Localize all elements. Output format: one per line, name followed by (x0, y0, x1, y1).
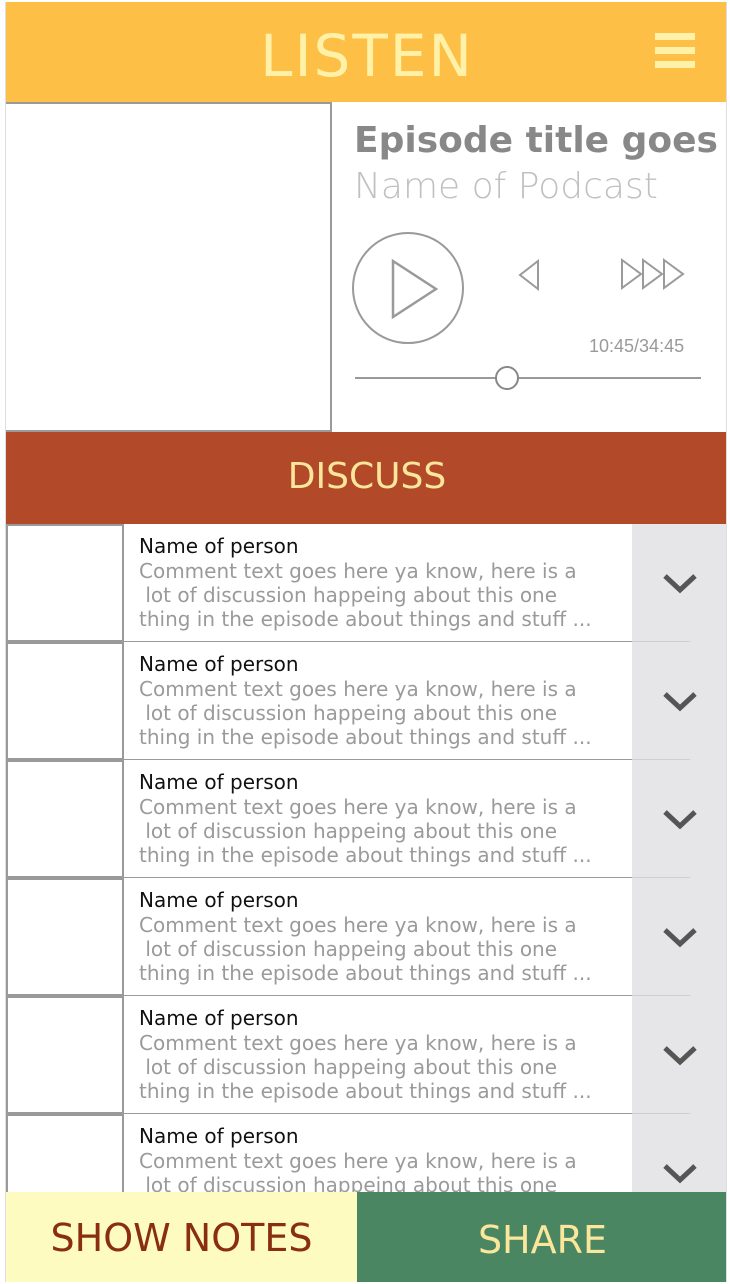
commenter-name: Name of person (139, 1006, 299, 1030)
comment-item: Name of person Comment text goes here ya… (6, 642, 726, 760)
expand-comment-button[interactable] (632, 642, 726, 760)
share-label: SHARE (477, 1218, 608, 1262)
expand-comment-button[interactable] (632, 996, 726, 1114)
commenter-name: Name of person (139, 888, 299, 912)
avatar (6, 524, 124, 642)
comment-item: Name of person Comment text goes here ya… (6, 760, 726, 878)
avatar (6, 878, 124, 996)
comment-text: Comment text goes here ya know, here is … (139, 1149, 577, 1192)
fast-forward-button[interactable] (619, 257, 689, 295)
expand-comment-button[interactable] (632, 1114, 726, 1192)
comment-item: Name of person Comment text goes here ya… (6, 524, 726, 642)
chevron-down-icon (663, 574, 697, 594)
expand-comment-button[interactable] (632, 878, 726, 996)
playback-time: 10:45/34:45 (589, 336, 685, 356)
show-notes-label: SHOW NOTES (50, 1216, 313, 1260)
hamburger-menu-icon[interactable] (655, 33, 695, 69)
rewind-icon (518, 258, 539, 292)
avatar (6, 642, 124, 760)
rewind-button[interactable] (516, 258, 542, 296)
podcast-name: Name of Podcast (354, 166, 658, 207)
chevron-down-icon (663, 1164, 697, 1184)
chevron-down-icon (663, 1046, 697, 1066)
chevron-down-icon (663, 692, 697, 712)
progress-knob[interactable] (495, 366, 520, 390)
discuss-header: DISCUSS (6, 432, 726, 524)
comment-text: Comment text goes here ya know, here is … (139, 559, 592, 631)
comment-body: Name of person Comment text goes here ya… (124, 1114, 632, 1192)
commenter-name: Name of person (139, 652, 299, 676)
comment-body: Name of person Comment text goes here ya… (124, 878, 632, 996)
discuss-title: DISCUSS (287, 456, 447, 497)
avatar (6, 760, 124, 878)
commenter-name: Name of person (139, 770, 299, 794)
expand-comment-button[interactable] (632, 524, 726, 642)
podcast-artwork (6, 102, 332, 432)
play-icon (391, 258, 439, 320)
play-button[interactable] (352, 232, 464, 344)
comment-text: Comment text goes here ya know, here is … (139, 1031, 592, 1103)
comment-text: Comment text goes here ya know, here is … (139, 913, 592, 985)
episode-title: Episode title goes here (354, 120, 726, 161)
chevron-down-icon (663, 810, 697, 830)
progress-track[interactable] (355, 377, 701, 379)
comment-body: Name of person Comment text goes here ya… (124, 642, 632, 760)
listen-title: LISTEN (260, 22, 474, 90)
commenter-name: Name of person (139, 534, 299, 558)
comment-list: Name of person Comment text goes here ya… (6, 524, 726, 1192)
comment-text: Comment text goes here ya know, here is … (139, 795, 592, 867)
chevron-down-icon (663, 928, 697, 948)
comment-item: Name of person Comment text goes here ya… (6, 1114, 726, 1192)
comment-item: Name of person Comment text goes here ya… (6, 996, 726, 1114)
share-button[interactable]: SHARE (357, 1192, 726, 1282)
comment-body: Name of person Comment text goes here ya… (124, 996, 632, 1114)
comment-body: Name of person Comment text goes here ya… (124, 760, 632, 878)
comment-item: Name of person Comment text goes here ya… (6, 878, 726, 996)
fast-forward-icon (621, 258, 685, 290)
expand-comment-button[interactable] (632, 760, 726, 878)
avatar (6, 996, 124, 1114)
listen-header: LISTEN (6, 2, 726, 102)
comment-body: Name of person Comment text goes here ya… (124, 524, 632, 642)
show-notes-button[interactable]: SHOW NOTES (6, 1192, 357, 1282)
avatar (6, 1114, 124, 1192)
commenter-name: Name of person (139, 1124, 299, 1148)
comment-text: Comment text goes here ya know, here is … (139, 677, 592, 749)
app-frame: LISTEN Episode title goes here Name of P… (5, 2, 727, 1282)
